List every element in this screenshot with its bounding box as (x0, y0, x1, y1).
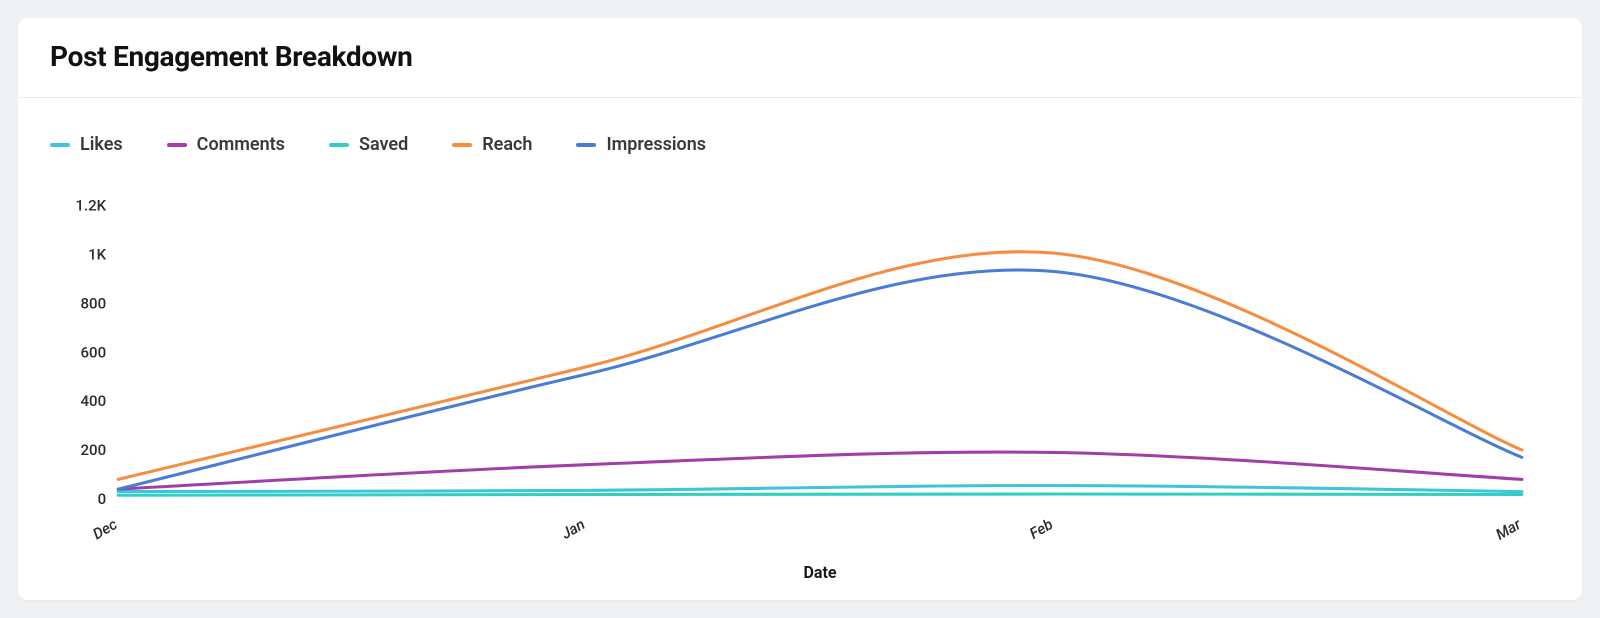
legend-item-reach[interactable]: Reach (452, 134, 532, 155)
series-line-saved (118, 494, 1522, 495)
card-title: Post Engagement Breakdown (50, 40, 1550, 73)
legend-swatch-icon (50, 143, 70, 147)
engagement-line-chart: 0 200 400 600 800 1K 1.2K Dec Jan Feb Mar Date (48, 165, 1552, 590)
legend-item-impressions[interactable]: Impressions (576, 134, 706, 155)
x-axis-label: Date (804, 563, 837, 582)
legend-item-saved[interactable]: Saved (329, 134, 408, 155)
series-line-reach (118, 252, 1522, 480)
card-header: Post Engagement Breakdown (18, 18, 1582, 98)
legend-label: Impressions (606, 134, 706, 155)
chart-legend: Likes Comments Saved Reach Impressions (18, 98, 1582, 155)
y-tick-label: 800 (81, 294, 107, 312)
chart-area: 0 200 400 600 800 1K 1.2K Dec Jan Feb Mar Date (18, 155, 1582, 600)
legend-label: Reach (482, 134, 532, 155)
legend-label: Saved (359, 134, 408, 155)
series-line-likes (118, 485, 1522, 491)
x-tick-label: Dec (90, 515, 121, 543)
legend-swatch-icon (576, 143, 596, 147)
y-tick-label: 600 (81, 343, 107, 361)
legend-label: Comments (197, 134, 285, 155)
y-tick-label: 1K (88, 245, 106, 263)
x-tick-label: Mar (1493, 515, 1525, 544)
y-tick-label: 400 (81, 392, 107, 410)
legend-swatch-icon (452, 143, 472, 147)
x-tick-label: Jan (558, 515, 588, 543)
x-tick-label: Feb (1026, 515, 1056, 543)
legend-swatch-icon (329, 143, 349, 147)
series-line-comments (118, 452, 1522, 489)
y-tick-label: 200 (81, 441, 107, 459)
legend-label: Likes (80, 134, 123, 155)
engagement-card: Post Engagement Breakdown Likes Comments S… (18, 18, 1582, 600)
y-tick-label: 1.2K (75, 196, 106, 214)
y-tick-label: 0 (98, 490, 107, 508)
legend-item-comments[interactable]: Comments (167, 134, 285, 155)
legend-item-likes[interactable]: Likes (50, 134, 123, 155)
legend-swatch-icon (167, 143, 187, 147)
